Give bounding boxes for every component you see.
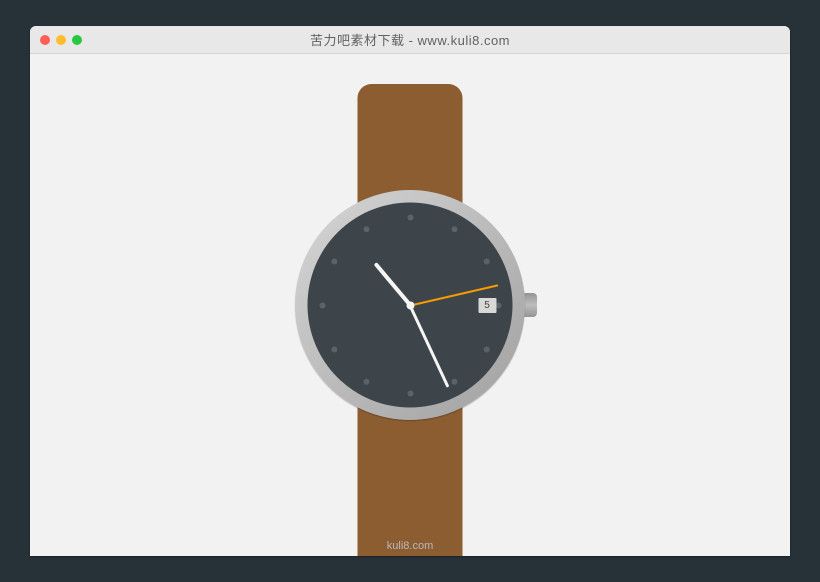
watch-crown xyxy=(523,293,537,317)
window-title: 苦力吧素材下载 - www.kuli8.com xyxy=(30,30,790,49)
hour-marker xyxy=(451,226,457,232)
window-controls xyxy=(40,35,82,45)
watch-dial: 5 xyxy=(308,203,513,408)
hour-marker xyxy=(407,214,413,220)
hour-marker xyxy=(319,302,325,308)
hour-marker xyxy=(331,258,337,264)
hour-marker xyxy=(483,258,489,264)
hour-marker xyxy=(363,226,369,232)
hour-hand xyxy=(373,262,411,307)
browser-window: 苦力吧素材下载 - www.kuli8.com 5 kuli8.com xyxy=(30,26,790,556)
date-window: 5 xyxy=(478,298,496,313)
minute-hand xyxy=(409,304,450,387)
close-icon[interactable] xyxy=(40,35,50,45)
watch-case: 5 xyxy=(295,190,525,420)
hour-marker xyxy=(363,378,369,384)
watch-center-pin xyxy=(406,301,414,309)
watermark-text: kuli8.com xyxy=(387,540,433,552)
maximize-icon[interactable] xyxy=(72,35,82,45)
viewport: 5 kuli8.com xyxy=(30,54,790,556)
hour-marker xyxy=(483,346,489,352)
hour-marker xyxy=(331,346,337,352)
minimize-icon[interactable] xyxy=(56,35,66,45)
titlebar: 苦力吧素材下载 - www.kuli8.com xyxy=(30,26,790,54)
hour-marker xyxy=(451,378,457,384)
hour-marker xyxy=(407,390,413,396)
